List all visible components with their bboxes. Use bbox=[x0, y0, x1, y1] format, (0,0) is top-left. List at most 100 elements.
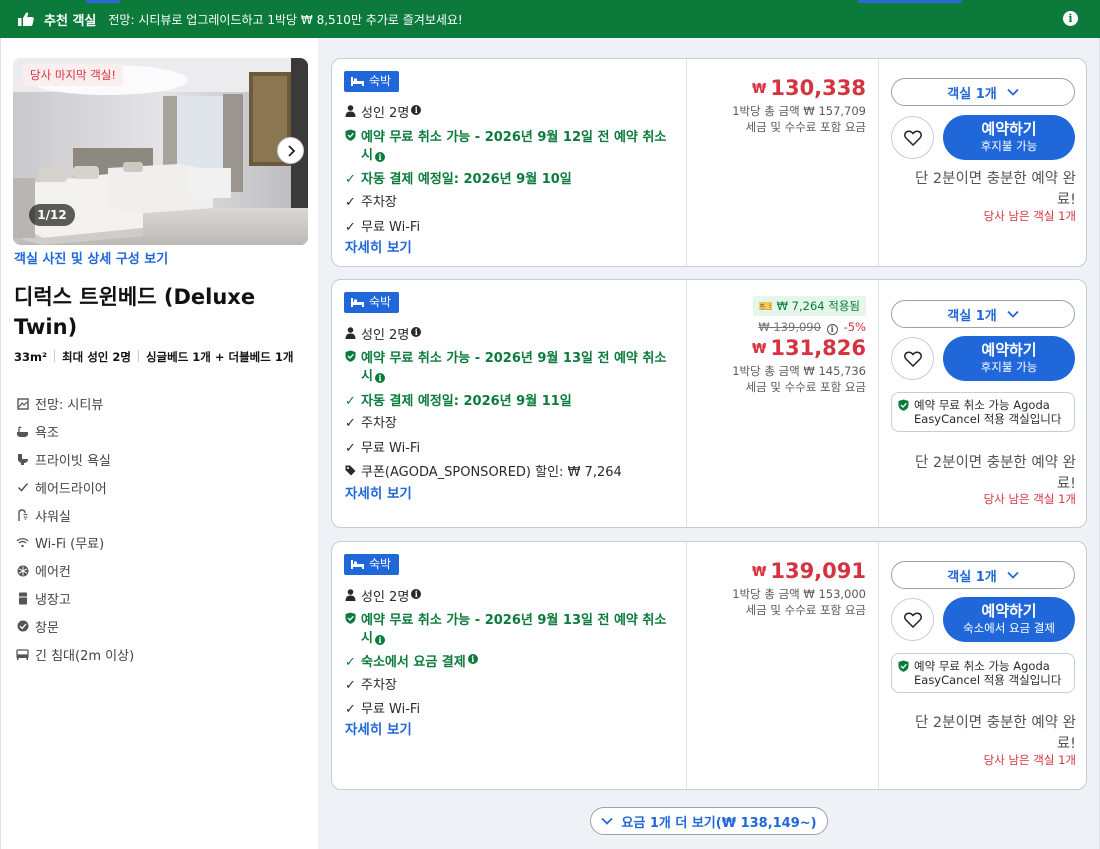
bed-icon bbox=[351, 560, 364, 569]
amenity-item: 긴 침대(2m 이상) bbox=[16, 640, 134, 668]
price-block: ₩130,338 1박당 총 금액 ₩ 157,709 세금 및 수수료 포함 … bbox=[732, 75, 866, 135]
toilet-icon bbox=[16, 453, 29, 466]
wifi-line: ✓ 무료 Wi-Fi bbox=[345, 441, 421, 456]
details-link[interactable]: 자세히 보기 bbox=[345, 236, 412, 256]
person-icon bbox=[345, 327, 359, 345]
info-icon[interactable]: i bbox=[411, 589, 422, 599]
amenity-item: 전망: 시티뷰 bbox=[16, 390, 134, 418]
room-quantity-select[interactable]: 객실 1개 bbox=[891, 561, 1075, 589]
rooms-left-note: 당사 남은 객실 1개 bbox=[983, 492, 1076, 506]
shield-check-icon bbox=[898, 660, 909, 675]
bed-icon bbox=[351, 77, 364, 86]
info-icon[interactable]: i bbox=[411, 105, 422, 115]
details-link[interactable]: 자세히 보기 bbox=[345, 718, 412, 738]
bed-icon bbox=[16, 648, 29, 661]
price-column: 🎫 ₩ 7,264 적용됨 ₩ 139,090 i -5% ₩131,826 1박… bbox=[686, 280, 878, 527]
tax-note: 세금 및 수수료 포함 요금 bbox=[745, 120, 866, 134]
original-price-row: ₩ 139,090 i -5% bbox=[732, 319, 866, 335]
easycancel-note: 예약 무료 취소 가능 Agoda EasyCancel 적용 객실입니다 bbox=[891, 653, 1075, 693]
book-button[interactable]: 예약하기 후지불 가능 bbox=[943, 336, 1075, 381]
shield-check-icon bbox=[345, 612, 359, 630]
parking-line: ✓ 주차장 bbox=[345, 195, 397, 210]
more-rates-button[interactable]: 요금 1개 더 보기(₩ 138,149~) bbox=[590, 807, 828, 835]
info-icon[interactable]: i bbox=[411, 327, 422, 337]
price-block: 🎫 ₩ 7,264 적용됨 ₩ 139,090 i -5% ₩131,826 1박… bbox=[732, 296, 866, 395]
guests-line: 성인 2명 i bbox=[345, 589, 422, 607]
check-icon: ✓ bbox=[345, 678, 356, 693]
book-button[interactable]: 예약하기 숙소에서 요금 결제 bbox=[943, 597, 1075, 642]
rate-conditions: 숙박 성인 2명 i 예약 무료 취소 가능 - 2026년 9월 13일 전 예… bbox=[332, 280, 686, 527]
discount-percent: -5% bbox=[843, 320, 866, 334]
chevron-down-icon bbox=[601, 817, 614, 825]
next-photo-button[interactable] bbox=[277, 137, 304, 164]
room-title: 디럭스 트윈베드 (Deluxe Twin) bbox=[14, 285, 256, 339]
amenity-item: 욕조 bbox=[16, 418, 134, 446]
shield-check-icon bbox=[345, 350, 359, 368]
fridge-icon bbox=[16, 592, 29, 605]
stay-badge: 숙박 bbox=[344, 71, 400, 92]
check-icon: ✓ bbox=[345, 195, 356, 210]
free-cancel-line: 예약 무료 취소 가능 - 2026년 9월 12일 전 예약 취소 시i bbox=[345, 129, 675, 165]
free-cancel-line: 예약 무료 취소 가능 - 2026년 9월 13일 전 예약 취소 시i bbox=[345, 612, 675, 648]
rate-options-panel: 숙박 성인 2명 i 예약 무료 취소 가능 - 2026년 9월 12일 전 예… bbox=[318, 38, 1100, 849]
tax-note: 세금 및 수수료 포함 요금 bbox=[745, 380, 866, 394]
heart-icon bbox=[903, 351, 922, 367]
room-photos-link[interactable]: 객실 사진 및 상세 구성 보기 bbox=[14, 248, 168, 267]
favorite-button[interactable] bbox=[891, 116, 934, 159]
check-icon: ✓ bbox=[345, 441, 356, 456]
check-icon: ✓ bbox=[345, 702, 356, 717]
info-icon[interactable]: i bbox=[1063, 11, 1078, 26]
info-icon[interactable]: i bbox=[374, 635, 385, 645]
room-max-guests: 최대 성인 2명 bbox=[62, 350, 131, 364]
parking-line: ✓ 주차장 bbox=[345, 416, 397, 431]
free-cancel-line: 예약 무료 취소 가능 - 2026년 9월 13일 전 예약 취소 시i bbox=[345, 350, 675, 386]
coupon-applied-badge: 🎫 ₩ 7,264 적용됨 bbox=[752, 296, 866, 316]
rate-card: 숙박 성인 2명 i 예약 무료 취소 가능 - 2026년 9월 12일 전 예… bbox=[331, 58, 1087, 267]
check-icon: ✓ bbox=[345, 220, 356, 235]
amenity-item: 창문 bbox=[16, 612, 134, 640]
favorite-button[interactable] bbox=[891, 598, 934, 641]
payment-line: ✓ 자동 결제 예정일: 2026년 9월 10일 bbox=[345, 172, 572, 187]
window-view-icon bbox=[16, 397, 29, 410]
price-column: ₩130,338 1박당 총 금액 ₩ 157,709 세금 및 수수료 포함 … bbox=[686, 59, 878, 266]
amenities-list: 전망: 시티뷰 욕조 프라이빗 욕실 헤어드라이어 샤워실 Wi-Fi (무료)… bbox=[16, 390, 134, 668]
rooms-left-note: 당사 남은 객실 1개 bbox=[983, 753, 1076, 767]
info-icon[interactable]: i bbox=[374, 152, 385, 162]
shield-check-icon bbox=[898, 399, 909, 414]
info-icon[interactable]: i bbox=[374, 373, 385, 383]
payment-line: ✓ 숙소에서 요금 결제 i bbox=[345, 654, 478, 672]
price-column: ₩139,091 1박당 총 금액 ₩ 153,000 세금 및 수수료 포함 … bbox=[686, 542, 878, 789]
rate-conditions: 숙박 성인 2명 i 예약 무료 취소 가능 - 2026년 9월 12일 전 예… bbox=[332, 59, 686, 266]
banner-title: 추천 객실 bbox=[44, 13, 97, 29]
book-button[interactable]: 예약하기 후지불 가능 bbox=[943, 115, 1075, 160]
per-night-total: 1박당 총 금액 ₩ 157,709 bbox=[732, 104, 866, 118]
ticket-icon: 🎫 bbox=[758, 299, 777, 313]
payment-line: ✓ 자동 결제 예정일: 2026년 9월 11일 bbox=[345, 394, 572, 409]
check-icon: ✓ bbox=[345, 172, 356, 187]
thumbs-up-icon bbox=[18, 12, 34, 26]
heart-icon bbox=[903, 130, 922, 146]
price: ₩130,338 bbox=[752, 76, 866, 100]
room-info-panel: 당사 마지막 객실! 1/12 객실 사진 및 상세 구성 보기 디럭스 트윈베… bbox=[0, 38, 318, 849]
amenity-item: 냉장고 bbox=[16, 585, 134, 613]
booking-column: 객실 1개 예약하기 숙소에서 요금 결제 예약 무료 취소 가능 Agoda E… bbox=[878, 542, 1088, 789]
photo-counter: 1/12 bbox=[29, 204, 75, 226]
room-quantity-select[interactable]: 객실 1개 bbox=[891, 300, 1075, 328]
amenity-item: 헤어드라이어 bbox=[16, 473, 134, 501]
room-meta: 33m² 최대 성인 2명 싱글베드 1개 + 더블베드 1개 bbox=[14, 348, 304, 366]
room-beds: 싱글베드 1개 + 더블베드 1개 bbox=[145, 350, 294, 364]
favorite-button[interactable] bbox=[891, 337, 934, 380]
tab-indicator bbox=[858, 0, 962, 3]
parking-line: ✓ 주차장 bbox=[345, 678, 397, 693]
amenity-item: 샤워실 bbox=[16, 501, 134, 529]
booking-column: 객실 1개 예약하기 후지불 가능 단 2분이면 충분한 예약 완료! 당사 남은… bbox=[878, 59, 1088, 266]
hurry-message: 단 2분이면 충분한 예약 완료! bbox=[914, 171, 1076, 208]
info-icon[interactable]: i bbox=[826, 324, 838, 335]
room-quantity-select[interactable]: 객실 1개 bbox=[891, 78, 1075, 106]
wifi-line: ✓ 무료 Wi-Fi bbox=[345, 220, 421, 235]
check-circle-icon bbox=[16, 620, 29, 633]
person-icon bbox=[345, 589, 359, 607]
details-link[interactable]: 자세히 보기 bbox=[345, 482, 412, 502]
recommended-room-banner: 추천 객실 전망: 시티뷰로 업그레이드하고 1박당 ₩ 8,510만 추가로 … bbox=[0, 0, 1100, 38]
info-icon[interactable]: i bbox=[467, 654, 478, 664]
